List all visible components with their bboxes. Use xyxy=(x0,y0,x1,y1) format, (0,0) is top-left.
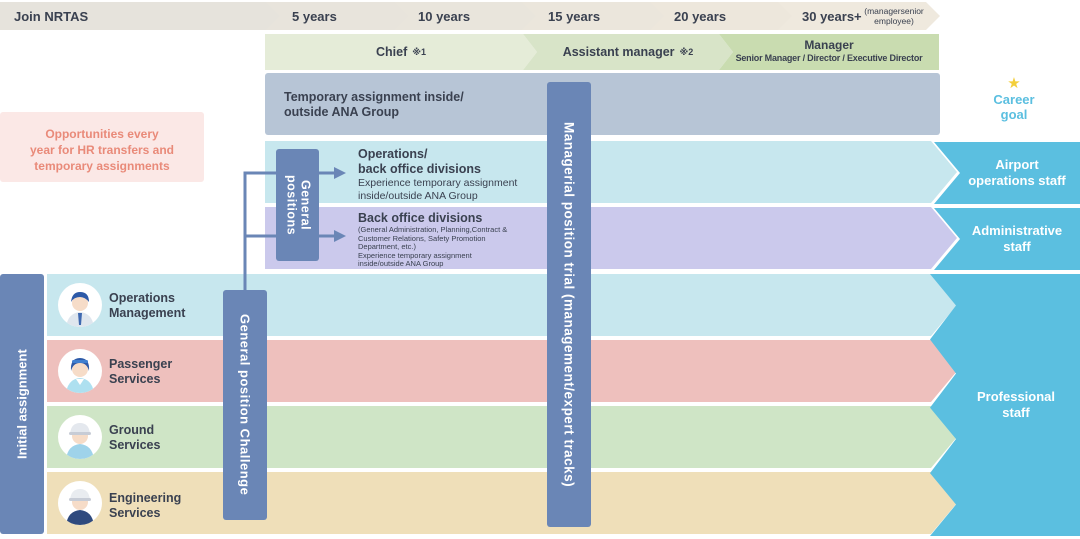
arrow-head-icon xyxy=(334,167,346,179)
goal-admin-line2: staff xyxy=(1003,239,1031,254)
goal-airport-line1: Airport xyxy=(995,157,1039,172)
general-positions-label: General positions xyxy=(284,174,313,236)
goal-admin-line1: Administrative xyxy=(971,223,1063,238)
goal-airport-line2: operations staff xyxy=(968,173,1066,188)
general-positions-box: General positions xyxy=(276,149,319,261)
managerial-trial-label: Managerial position trial (management/ex… xyxy=(561,121,577,488)
general-challenge-label: General position Challenge xyxy=(237,314,253,496)
general-position-challenge-bar: General position Challenge xyxy=(223,290,267,520)
initial-assignment-label: Initial assignment xyxy=(14,349,30,459)
goal-pro-line1: Professional xyxy=(976,389,1056,404)
connector-arrows xyxy=(243,167,346,292)
initial-assignment-bar: Initial assignment xyxy=(0,274,44,534)
goal-professional-staff: Professional staff xyxy=(930,274,1080,536)
managerial-trial-bar: Managerial position trial (management/ex… xyxy=(547,82,591,527)
goal-pro-line2: staff xyxy=(1002,405,1030,420)
arrow-head-icon xyxy=(334,230,346,242)
